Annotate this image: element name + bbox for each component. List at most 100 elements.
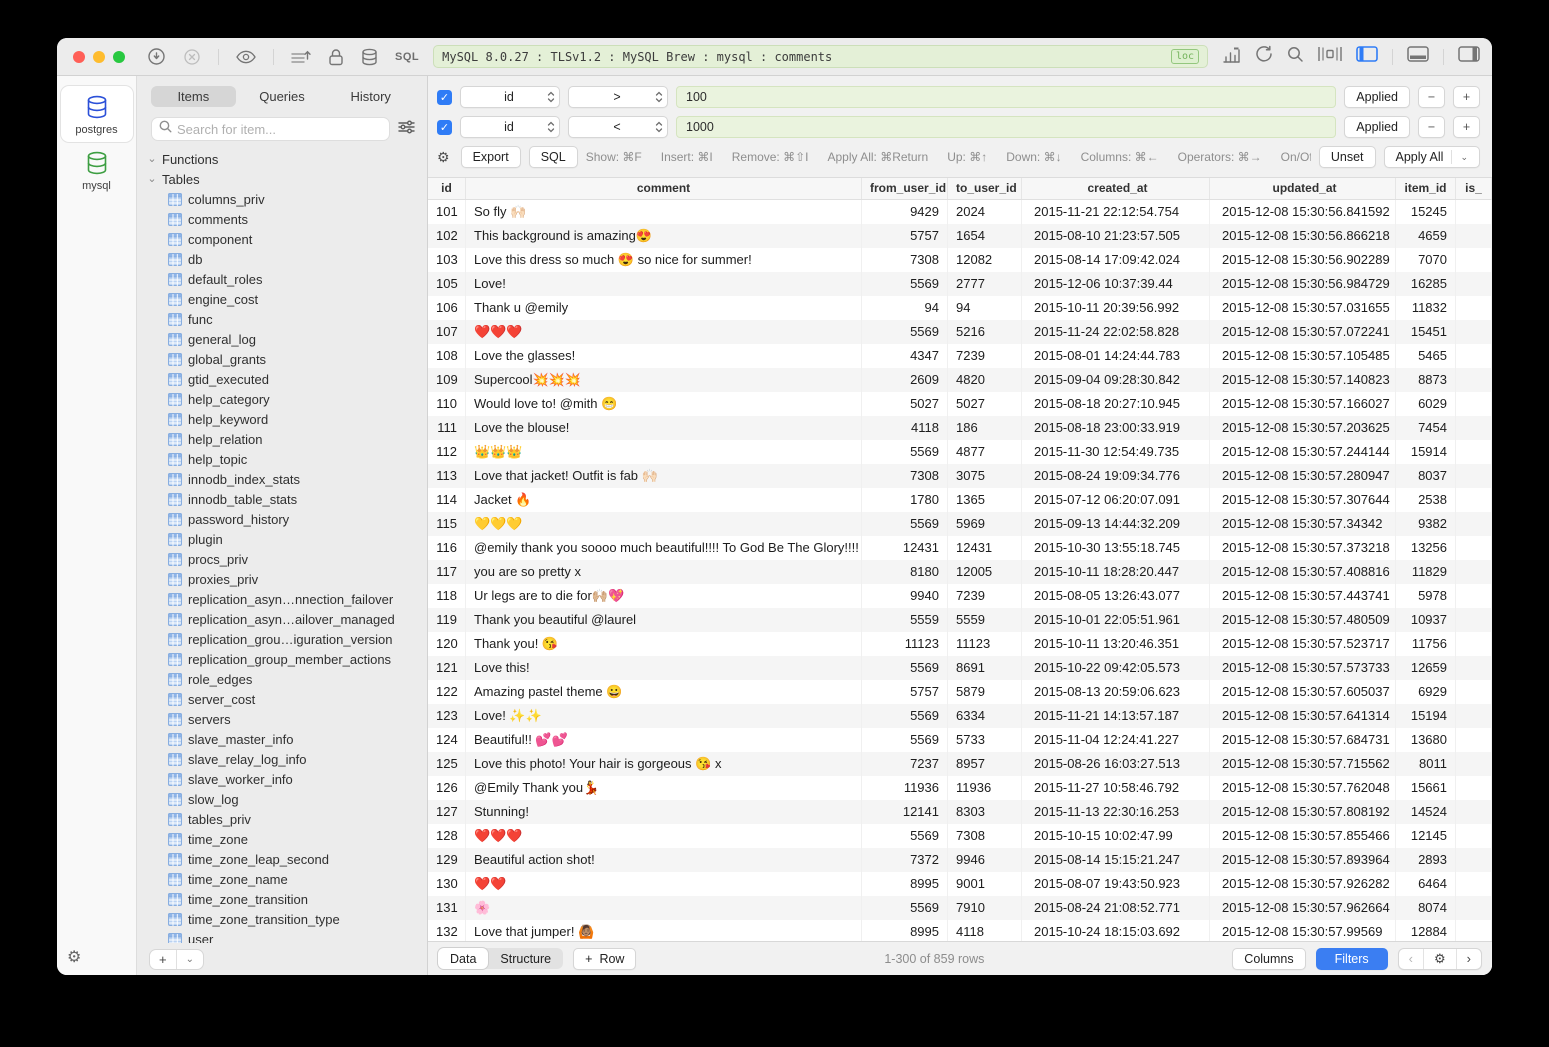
sidebar-item-replication_asyn…ailover_managed[interactable]: replication_asyn…ailover_managed <box>147 609 421 629</box>
cell-to_user_id[interactable]: 8303 <box>948 800 1022 824</box>
structure-tab[interactable]: Structure <box>488 948 563 969</box>
cell-is_[interactable] <box>1456 392 1492 416</box>
apply-all-button[interactable]: Apply All ⌄ <box>1384 146 1481 168</box>
cell-id[interactable]: 106 <box>428 296 466 320</box>
cell-created_at[interactable]: 2015-10-30 13:55:18.745 <box>1022 536 1210 560</box>
cell-from_user_id[interactable]: 5569 <box>862 704 948 728</box>
cell-id[interactable]: 107 <box>428 320 466 344</box>
cell-to_user_id[interactable]: 12082 <box>948 248 1022 272</box>
cell-item_id[interactable]: 15194 <box>1396 704 1456 728</box>
cell-id[interactable]: 103 <box>428 248 466 272</box>
cell-item_id[interactable]: 8873 <box>1396 368 1456 392</box>
cell-from_user_id[interactable]: 5569 <box>862 512 948 536</box>
toggle-right-sidebar-icon[interactable] <box>1458 46 1480 67</box>
cell-comment[interactable]: Love that jumper! 🙆🏽 <box>466 920 862 941</box>
export-button[interactable]: Export <box>461 146 521 168</box>
cell-from_user_id[interactable]: 7308 <box>862 464 948 488</box>
cell-to_user_id[interactable]: 5969 <box>948 512 1022 536</box>
cell-is_[interactable] <box>1456 560 1492 584</box>
sidebar-item-plugin[interactable]: plugin <box>147 529 421 549</box>
cell-item_id[interactable]: 12659 <box>1396 656 1456 680</box>
cell-is_[interactable] <box>1456 296 1492 320</box>
cell-id[interactable]: 123 <box>428 704 466 728</box>
cell-item_id[interactable]: 8037 <box>1396 464 1456 488</box>
filter-enabled-checkbox[interactable]: ✓ <box>437 120 452 135</box>
cell-is_[interactable] <box>1456 224 1492 248</box>
sidebar-item-slow_log[interactable]: slow_log <box>147 789 421 809</box>
sidebar-item-general_log[interactable]: general_log <box>147 329 421 349</box>
sidebar-item-help_category[interactable]: help_category <box>147 389 421 409</box>
cell-to_user_id[interactable]: 8957 <box>948 752 1022 776</box>
table-row[interactable]: 119Thank you beautiful @laurel5559555920… <box>428 608 1492 632</box>
table-row[interactable]: 131🌸556979102015-08-24 21:08:52.7712015-… <box>428 896 1492 920</box>
cell-created_at[interactable]: 2015-10-11 20:39:56.992 <box>1022 296 1210 320</box>
cell-to_user_id[interactable]: 1365 <box>948 488 1022 512</box>
cell-comment[interactable]: @emily thank you soooo much beautiful!!!… <box>466 536 862 560</box>
cell-item_id[interactable]: 13680 <box>1396 728 1456 752</box>
filter-value-input[interactable] <box>676 86 1336 108</box>
sidebar-item-slave_worker_info[interactable]: slave_worker_info <box>147 769 421 789</box>
cell-item_id[interactable]: 11829 <box>1396 560 1456 584</box>
cell-is_[interactable] <box>1456 824 1492 848</box>
table-row[interactable]: 116@emily thank you soooo much beautiful… <box>428 536 1492 560</box>
cell-from_user_id[interactable]: 5559 <box>862 608 948 632</box>
cell-comment[interactable]: Love this dress so much 😍 so nice for su… <box>466 248 862 272</box>
cell-is_[interactable] <box>1456 368 1492 392</box>
cell-from_user_id[interactable]: 8995 <box>862 872 948 896</box>
cell-is_[interactable] <box>1456 776 1492 800</box>
cell-comment[interactable]: Stunning! <box>466 800 862 824</box>
cell-created_at[interactable]: 2015-09-04 09:28:30.842 <box>1022 368 1210 392</box>
tree-group-functions[interactable]: ⌄Functions <box>147 149 421 169</box>
cell-id[interactable]: 125 <box>428 752 466 776</box>
cell-is_[interactable] <box>1456 512 1492 536</box>
cell-from_user_id[interactable]: 9429 <box>862 200 948 224</box>
table-row[interactable]: 123Love! ✨✨556963342015-11-21 14:13:57.1… <box>428 704 1492 728</box>
cell-comment[interactable]: Love! <box>466 272 862 296</box>
cell-is_[interactable] <box>1456 656 1492 680</box>
cell-id[interactable]: 101 <box>428 200 466 224</box>
cell-to_user_id[interactable]: 12005 <box>948 560 1022 584</box>
cell-from_user_id[interactable]: 5757 <box>862 680 948 704</box>
cell-to_user_id[interactable]: 8691 <box>948 656 1022 680</box>
table-row[interactable]: 109Supercool💥💥💥260948202015-09-04 09:28:… <box>428 368 1492 392</box>
table-row[interactable]: 124Beautiful!! 💕💕556957332015-11-04 12:2… <box>428 728 1492 752</box>
table-row[interactable]: 107❤️❤️❤️556952162015-11-24 22:02:58.828… <box>428 320 1492 344</box>
sidebar-item-func[interactable]: func <box>147 309 421 329</box>
cell-to_user_id[interactable]: 5559 <box>948 608 1022 632</box>
cell-created_at[interactable]: 2015-10-11 18:28:20.447 <box>1022 560 1210 584</box>
sidebar-item-help_relation[interactable]: help_relation <box>147 429 421 449</box>
sidebar-item-replication_asyn…nnection_failover[interactable]: replication_asyn…nnection_failover <box>147 589 421 609</box>
cell-created_at[interactable]: 2015-10-22 09:42:05.573 <box>1022 656 1210 680</box>
table-row[interactable]: 128❤️❤️❤️556973082015-10-15 10:02:47.992… <box>428 824 1492 848</box>
table-row[interactable]: 129Beautiful action shot!737299462015-08… <box>428 848 1492 872</box>
cell-comment[interactable]: Love! ✨✨ <box>466 704 862 728</box>
table-row[interactable]: 114Jacket 🔥178013652015-07-12 06:20:07.0… <box>428 488 1492 512</box>
disconnect-icon[interactable] <box>183 48 201 66</box>
table-row[interactable]: 108Love the glasses!434772392015-08-01 1… <box>428 344 1492 368</box>
cell-updated_at[interactable]: 2015-12-08 15:30:57.031655 <box>1210 296 1396 320</box>
sidebar-item-time_zone[interactable]: time_zone <box>147 829 421 849</box>
cell-item_id[interactable]: 4659 <box>1396 224 1456 248</box>
connect-icon[interactable] <box>147 47 166 66</box>
cell-created_at[interactable]: 2015-10-11 13:20:46.351 <box>1022 632 1210 656</box>
table-row[interactable]: 120Thank you! 😘11123111232015-10-11 13:2… <box>428 632 1492 656</box>
cell-updated_at[interactable]: 2015-12-08 15:30:56.984729 <box>1210 272 1396 296</box>
cell-comment[interactable]: Ur legs are to die for🙌🏼💖 <box>466 584 862 608</box>
cell-item_id[interactable]: 7454 <box>1396 416 1456 440</box>
sidebar-item-proxies_priv[interactable]: proxies_priv <box>147 569 421 589</box>
sidebar-item-gtid_executed[interactable]: gtid_executed <box>147 369 421 389</box>
cell-from_user_id[interactable]: 7237 <box>862 752 948 776</box>
cell-updated_at[interactable]: 2015-12-08 15:30:57.605037 <box>1210 680 1396 704</box>
cell-comment[interactable]: Jacket 🔥 <box>466 488 862 512</box>
table-row[interactable]: 126@Emily Thank you💃11936119362015-11-27… <box>428 776 1492 800</box>
cell-created_at[interactable]: 2015-08-05 13:26:43.077 <box>1022 584 1210 608</box>
chart-icon[interactable] <box>1222 46 1241 68</box>
table-row[interactable]: 106Thank u @emily94942015-10-11 20:39:56… <box>428 296 1492 320</box>
column-header-from_user_id[interactable]: from_user_id <box>862 178 948 199</box>
cell-updated_at[interactable]: 2015-12-08 15:30:57.715562 <box>1210 752 1396 776</box>
sidebar-item-replication_group_member_actions[interactable]: replication_group_member_actions <box>147 649 421 669</box>
cell-comment[interactable]: you are so pretty x <box>466 560 862 584</box>
unset-button[interactable]: Unset <box>1319 146 1376 168</box>
cell-item_id[interactable]: 13256 <box>1396 536 1456 560</box>
close-button[interactable] <box>73 51 85 63</box>
